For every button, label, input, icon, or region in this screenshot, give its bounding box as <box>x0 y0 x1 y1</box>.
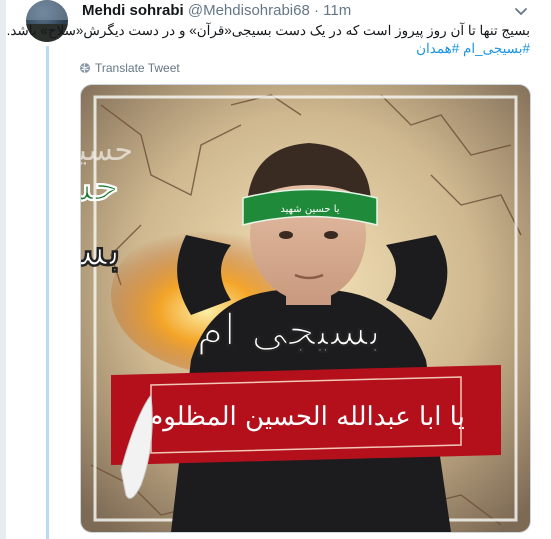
tweet-text-line: بسیج تنها تا آن روز پیروز است که در یک د… <box>6 23 530 38</box>
chevron-down-icon[interactable] <box>513 3 529 19</box>
thread-line <box>46 46 49 539</box>
tweet-time[interactable]: 11m <box>323 2 351 19</box>
calligraphy-top-large: حسین <box>81 163 119 211</box>
translate-tweet[interactable]: Translate Tweet <box>79 61 180 75</box>
author-name[interactable]: Mehdi sohrabi <box>82 2 184 19</box>
left-rail <box>0 0 6 539</box>
poster-image: یا حسین شهید حسین حسین بسیجی بسیجی ام یا… <box>81 85 530 532</box>
banner-text: یا ابا عبدالله الحسین المظلوم <box>147 402 465 432</box>
author-handle[interactable]: @Mehdisohrabi68 <box>188 2 310 19</box>
tweet-text: بسیج تنها تا آن روز پیروز است که در یک د… <box>6 22 530 58</box>
globe-icon <box>80 62 90 74</box>
translate-label[interactable]: Translate Tweet <box>95 61 180 75</box>
tweet-hashtags[interactable]: #بسیجی_ام #همدان <box>82 40 530 58</box>
tweet-header: Mehdi sohrabi @Mehdisohrabi68 · 11m <box>82 2 351 20</box>
avatar-sky <box>26 0 68 20</box>
tweet-media[interactable]: یا حسین شهید حسین حسین بسیجی بسیجی ام یا… <box>80 84 531 533</box>
headband-text: یا حسین شهید <box>280 204 339 215</box>
calligraphy-mid: بسیجی <box>81 222 121 276</box>
separator: · <box>314 2 319 19</box>
calligraphy-right: بسیجی ام <box>196 305 381 357</box>
